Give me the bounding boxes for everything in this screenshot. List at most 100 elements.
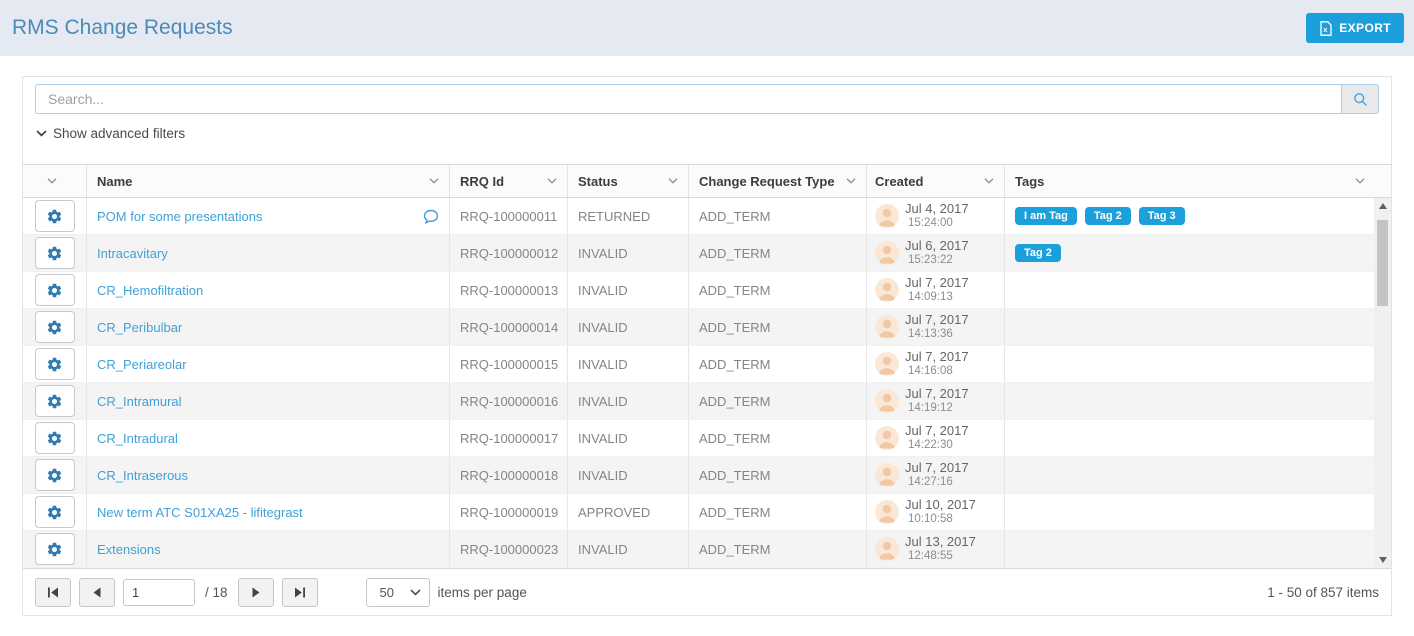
created-date: Jul 7, 2017 [905,423,969,439]
column-header-created[interactable]: Created [867,165,1005,197]
change-request-link[interactable]: CR_Peribulbar [97,320,182,335]
row-type-cell: ADD_TERM [689,494,867,530]
change-request-link[interactable]: CR_Intramural [97,394,182,409]
row-settings-cell [23,272,87,308]
column-header-label: RRQ Id [460,174,504,189]
row-rrq-id-cell: RRQ-100000014 [450,309,568,345]
row-settings-button[interactable] [35,459,75,491]
column-header-name[interactable]: Name [87,165,450,197]
avatar-icon [875,278,899,302]
last-page-icon [294,587,306,598]
scroll-down-button[interactable] [1374,552,1391,568]
column-header-settings[interactable] [23,165,87,197]
row-status-cell: INVALID [568,420,689,456]
column-header-rrq_id[interactable]: RRQ Id [450,165,568,197]
created-time: 14:09:13 [905,291,969,305]
created-time: 14:13:36 [905,328,969,342]
page-size-value: 50 [380,585,394,600]
column-header-tags[interactable]: Tags [1005,165,1391,197]
created-date: Jul 6, 2017 [905,238,969,254]
page-number-input[interactable] [123,579,195,606]
change-request-link[interactable]: CR_Hemofiltration [97,283,203,298]
content-panel: Show advanced filters Name RRQ Id Status Ch… [22,76,1392,616]
created-date: Jul 13, 2017 [905,534,976,550]
scrollbar-thumb[interactable] [1377,220,1388,306]
avatar-icon [875,204,899,228]
gear-icon [46,208,63,225]
first-page-button[interactable] [35,578,71,607]
row-type-cell: ADD_TERM [689,531,867,567]
created-time: 15:24:00 [905,217,969,231]
avatar-icon [875,315,899,339]
row-name-cell: Intracavitary [87,235,450,271]
avatar-icon [875,463,899,487]
gear-icon [46,245,63,262]
column-header-type[interactable]: Change Request Type [689,165,867,197]
row-name-cell: Extensions [87,531,450,567]
row-type-cell: ADD_TERM [689,309,867,345]
row-created-cell: Jul 7, 201714:09:13 [867,272,1005,308]
column-header-status[interactable]: Status [568,165,689,197]
created-time: 14:16:08 [905,365,969,379]
pagination-bar: / 18 50 items per page 1 - 50 of 857 ite… [23,568,1391,615]
next-page-button[interactable] [238,578,274,607]
column-header-label: Tags [1015,174,1044,189]
tag-badge[interactable]: Tag 3 [1139,207,1185,225]
row-name-cell: CR_Intramural [87,383,450,419]
row-settings-button[interactable] [35,274,75,306]
page-size-select[interactable]: 50 [366,578,430,607]
row-settings-button[interactable] [35,496,75,528]
row-rrq-id-cell: RRQ-100000018 [450,457,568,493]
tag-badge[interactable]: Tag 2 [1015,244,1061,262]
tag-badge[interactable]: Tag 2 [1085,207,1131,225]
search-input[interactable] [35,84,1341,114]
change-request-link[interactable]: CR_Intradural [97,431,178,446]
avatar-icon [875,537,899,561]
row-settings-button[interactable] [35,200,75,232]
chevron-down-icon[interactable] [668,178,678,184]
change-request-link[interactable]: CR_Intraserous [97,468,188,483]
row-created-cell: Jul 7, 201714:27:16 [867,457,1005,493]
gear-icon [46,504,63,521]
row-created-cell: Jul 6, 201715:23:22 [867,235,1005,271]
column-header-label: Change Request Type [699,174,835,189]
scroll-up-button[interactable] [1374,198,1391,214]
change-request-link[interactable]: CR_Periareolar [97,357,187,372]
row-type-cell: ADD_TERM [689,235,867,271]
row-settings-cell [23,420,87,456]
chevron-down-icon[interactable] [984,178,994,184]
change-request-link[interactable]: Extensions [97,542,161,557]
chevron-down-icon[interactable] [47,178,57,184]
tag-badge[interactable]: I am Tag [1015,207,1077,225]
row-settings-button[interactable] [35,422,75,454]
row-type-cell: ADD_TERM [689,457,867,493]
table-row: CR_PeriareolarRRQ-100000015INVALIDADD_TE… [23,346,1391,383]
change-request-link[interactable]: Intracavitary [97,246,168,261]
vertical-scrollbar[interactable] [1374,198,1391,568]
chevron-down-icon[interactable] [1355,178,1365,184]
row-rrq-id-cell: RRQ-100000013 [450,272,568,308]
row-settings-button[interactable] [35,533,75,565]
table-row: CR_IntramuralRRQ-100000016INVALIDADD_TER… [23,383,1391,420]
row-settings-button[interactable] [35,311,75,343]
advanced-filters-toggle[interactable]: Show advanced filters [36,124,185,143]
row-settings-button[interactable] [35,348,75,380]
row-tags-cell [1005,494,1391,530]
row-tags-cell [1005,420,1391,456]
table-row: New term ATC S01XA25 - lifitegrastRRQ-10… [23,494,1391,531]
change-request-link[interactable]: POM for some presentations [97,209,262,224]
row-settings-button[interactable] [35,385,75,417]
comment-bubble-icon[interactable] [423,209,439,224]
row-settings-button[interactable] [35,237,75,269]
last-page-button[interactable] [282,578,318,607]
chevron-down-icon[interactable] [547,178,557,184]
row-status-cell: INVALID [568,309,689,345]
chevron-down-icon[interactable] [846,178,856,184]
search-button[interactable] [1341,84,1379,114]
export-button[interactable]: x EXPORT [1306,13,1404,43]
table-row: CR_Peribulbar RRQ-100000014INVALIDADD_TER… [23,309,1391,346]
change-request-link[interactable]: New term ATC S01XA25 - lifitegrast [97,505,303,520]
chevron-down-icon[interactable] [429,178,439,184]
prev-page-button[interactable] [79,578,115,607]
row-type-cell: ADD_TERM [689,420,867,456]
